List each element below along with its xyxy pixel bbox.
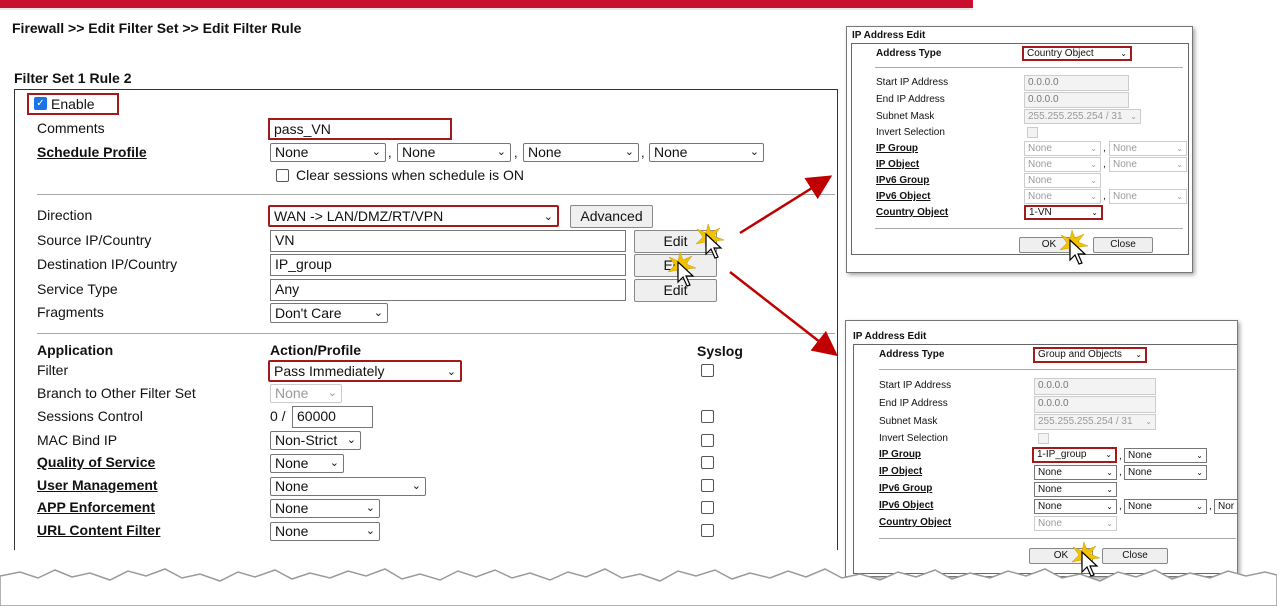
annotation-arrows bbox=[729, 175, 838, 357]
torn-paper-edge bbox=[0, 568, 1277, 606]
click-cursor-icon bbox=[667, 251, 697, 287]
arrow-to-group-popup bbox=[729, 271, 838, 357]
click-cursor-icon bbox=[1059, 229, 1089, 265]
arrow-to-country-popup bbox=[739, 175, 833, 235]
